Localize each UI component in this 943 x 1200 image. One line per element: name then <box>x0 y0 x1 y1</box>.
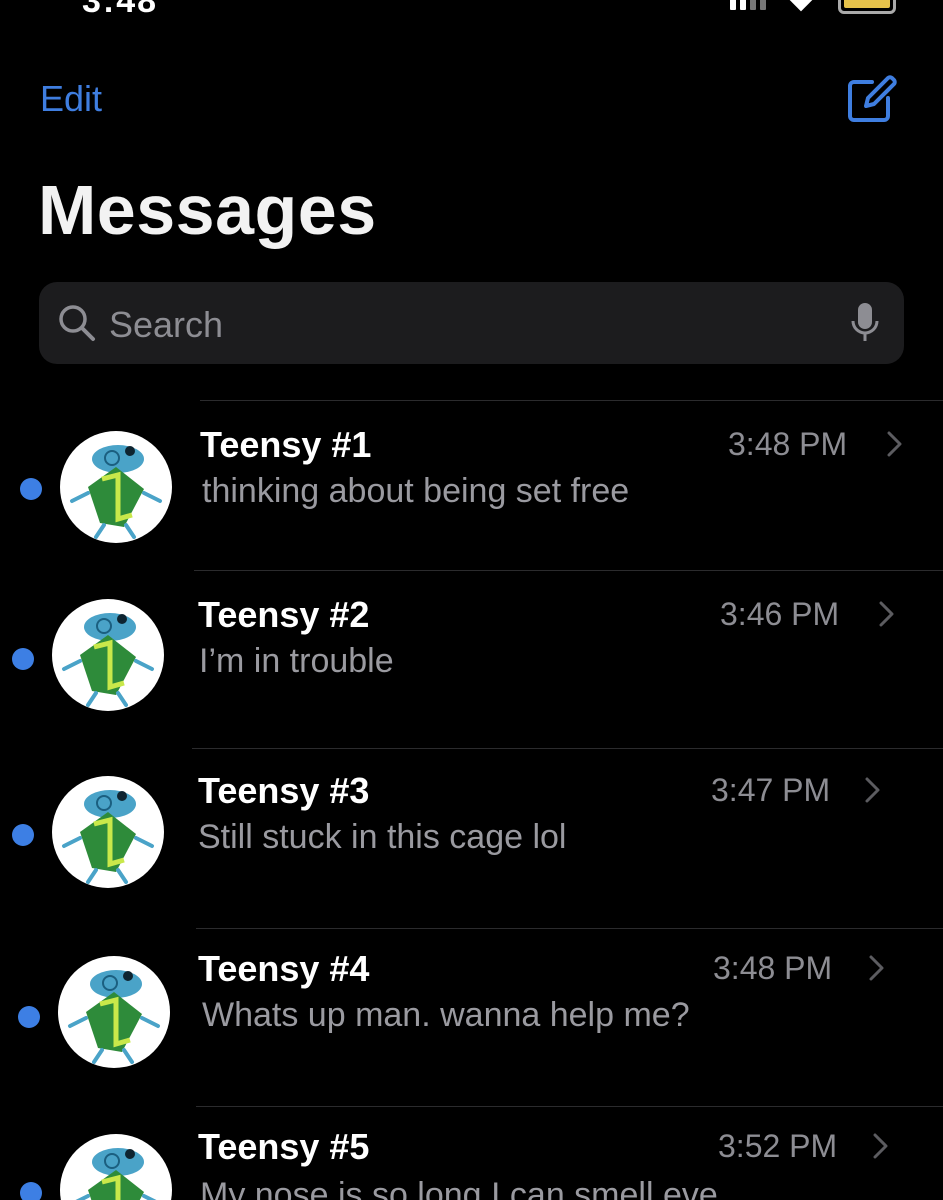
teensy-alien-avatar-icon <box>70 445 162 539</box>
status-time: 3:48 <box>82 0 158 14</box>
unread-indicator <box>18 1006 40 1028</box>
search-icon <box>59 305 95 341</box>
contact-name: Teensy #5 <box>198 1126 370 1167</box>
message-time: 3:47 PM <box>711 772 831 808</box>
message-preview: Whats up man. wanna help me? <box>202 996 690 1034</box>
teensy-alien-avatar-icon <box>75 1148 157 1200</box>
page-title: Messages <box>38 171 377 249</box>
avatar <box>58 956 170 1068</box>
compose-icon <box>848 75 897 122</box>
status-bar: 3:48 <box>0 0 943 14</box>
contact-name: Teensy #2 <box>198 594 370 635</box>
message-preview: Still stuck in this cage lol <box>198 818 567 856</box>
chevron-right-icon <box>873 1133 888 1159</box>
microphone-icon[interactable] <box>850 301 880 345</box>
chevron-right-icon <box>865 777 880 803</box>
wifi-icon <box>789 0 813 12</box>
message-preview: I’m in trouble <box>199 642 394 680</box>
chevron-right-icon <box>869 955 884 981</box>
battery-icon <box>838 0 896 14</box>
chevron-right-icon <box>887 431 902 457</box>
message-time: 3:48 PM <box>713 950 833 986</box>
conversation-row[interactable]: Teensy #3 3:47 PM Still stuck in this ca… <box>0 748 943 928</box>
conversation-row[interactable]: Teensy #2 3:46 PM I’m in trouble <box>0 570 943 748</box>
avatar <box>60 431 172 543</box>
search-input[interactable]: Search <box>39 282 904 364</box>
edit-button[interactable]: Edit <box>40 78 102 120</box>
unread-indicator <box>20 478 42 500</box>
message-time: 3:52 PM <box>718 1128 838 1164</box>
teensy-alien-avatar-icon <box>68 970 160 1064</box>
message-time: 3:46 PM <box>720 596 840 632</box>
teensy-alien-avatar-icon <box>62 613 154 707</box>
message-time: 3:48 PM <box>728 426 848 462</box>
contact-name: Teensy #3 <box>198 770 370 811</box>
compose-button[interactable] <box>842 70 900 128</box>
avatar <box>60 1134 172 1200</box>
chevron-right-icon <box>879 601 894 627</box>
row-divider <box>196 1106 943 1107</box>
contact-name: Teensy #1 <box>200 424 372 465</box>
search-placeholder: Search <box>109 304 224 345</box>
conversation-row[interactable]: Teensy #1 3:48 PM thinking about being s… <box>0 398 943 570</box>
avatar <box>52 776 164 888</box>
row-divider <box>200 400 943 401</box>
unread-indicator <box>20 1182 42 1200</box>
teensy-alien-avatar-icon <box>62 790 154 884</box>
contact-name: Teensy #4 <box>198 948 370 989</box>
row-divider <box>192 748 943 749</box>
conversation-row[interactable]: Teensy #5 3:52 PM My nose is so long I c… <box>0 1106 943 1200</box>
conversation-row[interactable]: Teensy #4 3:48 PM Whats up man. wanna he… <box>0 928 943 1106</box>
row-divider <box>196 928 943 929</box>
message-preview: thinking about being set free <box>202 472 630 510</box>
unread-indicator <box>12 824 34 846</box>
row-divider <box>194 570 943 571</box>
unread-indicator <box>12 648 34 670</box>
avatar <box>52 599 164 711</box>
cellular-signal-icon <box>730 0 766 10</box>
message-preview: My nose is so long I can smell eve <box>200 1176 718 1200</box>
